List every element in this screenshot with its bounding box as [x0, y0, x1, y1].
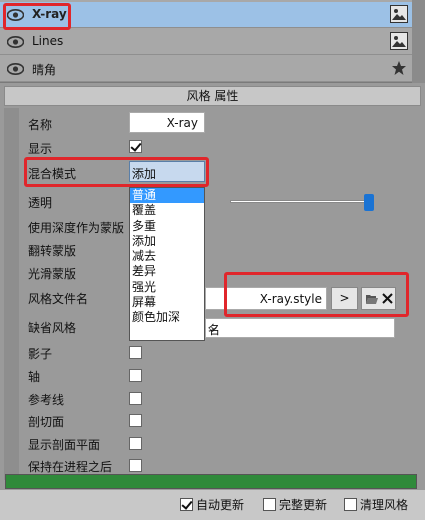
dropdown-option[interactable]: 差异 — [130, 264, 204, 279]
label-shadow: 影子 — [28, 347, 53, 361]
keep-after-process-checkbox[interactable] — [129, 459, 142, 472]
label-style-file: 风格文件名 — [28, 292, 89, 306]
highlight-box — [3, 3, 71, 30]
label-display: 显示 — [28, 142, 53, 156]
label-transparency: 透明 — [28, 196, 53, 210]
auto-update-checkbox[interactable] — [180, 498, 193, 511]
image-thumbnail-icon — [390, 5, 408, 23]
panel-title: 风格 属性 — [4, 86, 421, 106]
style-row-lines[interactable]: Lines — [0, 29, 412, 55]
dropdown-option[interactable]: 覆盖 — [130, 203, 204, 218]
label-default-style: 缺省风格 — [28, 321, 77, 335]
default-style-select[interactable]: 名 ⌵ — [205, 318, 395, 338]
dropdown-option[interactable]: 减去 — [130, 249, 204, 264]
display-checkbox[interactable] — [129, 140, 142, 153]
label-keep-after-process: 保持在进程之后 — [28, 460, 113, 474]
label-flip-mask: 翻转蒙版 — [28, 244, 77, 258]
dropdown-option[interactable]: 强光 — [130, 280, 204, 295]
reference-line-checkbox[interactable] — [129, 392, 142, 405]
highlight-box — [224, 272, 409, 317]
dropdown-option[interactable]: 颜色加深 — [130, 310, 204, 325]
label-axis: 轴 — [28, 370, 41, 384]
style-list-scrollbar[interactable] — [412, 0, 425, 83]
auto-update-label: 自动更新 — [196, 498, 245, 512]
style-name: 晴角 — [32, 63, 57, 77]
clear-style-toggle[interactable]: 清理风格 — [344, 496, 408, 513]
name-field[interactable]: X-ray — [129, 112, 205, 133]
label-section-plane: 剖切面 — [28, 415, 65, 429]
label-use-depth-mask: 使用深度作为蒙版 — [28, 221, 125, 235]
style-name: Lines — [32, 34, 64, 48]
footer-bar: 自动更新 完整更新 清理风格 — [0, 490, 425, 520]
shadow-checkbox[interactable] — [129, 346, 142, 359]
transparency-slider-thumb[interactable] — [364, 194, 374, 211]
label-show-section-plane: 显示剖面平面 — [28, 438, 101, 452]
eye-icon[interactable] — [7, 63, 24, 75]
full-update-checkbox[interactable] — [263, 498, 276, 511]
axis-checkbox[interactable] — [129, 369, 142, 382]
clear-style-label: 清理风格 — [360, 498, 409, 512]
transparency-slider[interactable] — [230, 200, 370, 203]
style-row-corner[interactable]: 晴角 — [0, 56, 412, 82]
label-name: 名称 — [28, 118, 53, 132]
auto-update-toggle[interactable]: 自动更新 — [180, 496, 244, 513]
full-update-label: 完整更新 — [279, 498, 328, 512]
dropdown-option[interactable]: 屏幕 — [130, 295, 204, 310]
show-section-plane-checkbox[interactable] — [129, 437, 142, 450]
progress-bar — [5, 474, 417, 489]
dropdown-option[interactable]: 普通 — [130, 188, 204, 204]
eye-icon[interactable] — [7, 36, 24, 48]
section-plane-checkbox[interactable] — [129, 414, 142, 427]
label-reference-line: 参考线 — [28, 393, 65, 407]
clear-style-checkbox[interactable] — [344, 498, 357, 511]
blend-mode-dropdown: 普通 覆盖 多重 添加 减去 差异 强光 屏幕 颜色加深 — [129, 187, 205, 341]
label-smooth-mask: 光滑蒙版 — [28, 267, 77, 281]
star-icon — [392, 61, 406, 75]
full-update-toggle[interactable]: 完整更新 — [263, 496, 327, 513]
highlight-box — [24, 157, 209, 187]
image-thumbnail-icon — [390, 32, 408, 50]
name-value: X-ray — [166, 116, 198, 130]
panel-gutter — [4, 108, 19, 480]
dropdown-option[interactable]: 多重 — [130, 219, 204, 234]
dropdown-option[interactable]: 添加 — [130, 234, 204, 249]
chevron-down-icon: ⌵ — [208, 321, 218, 335]
